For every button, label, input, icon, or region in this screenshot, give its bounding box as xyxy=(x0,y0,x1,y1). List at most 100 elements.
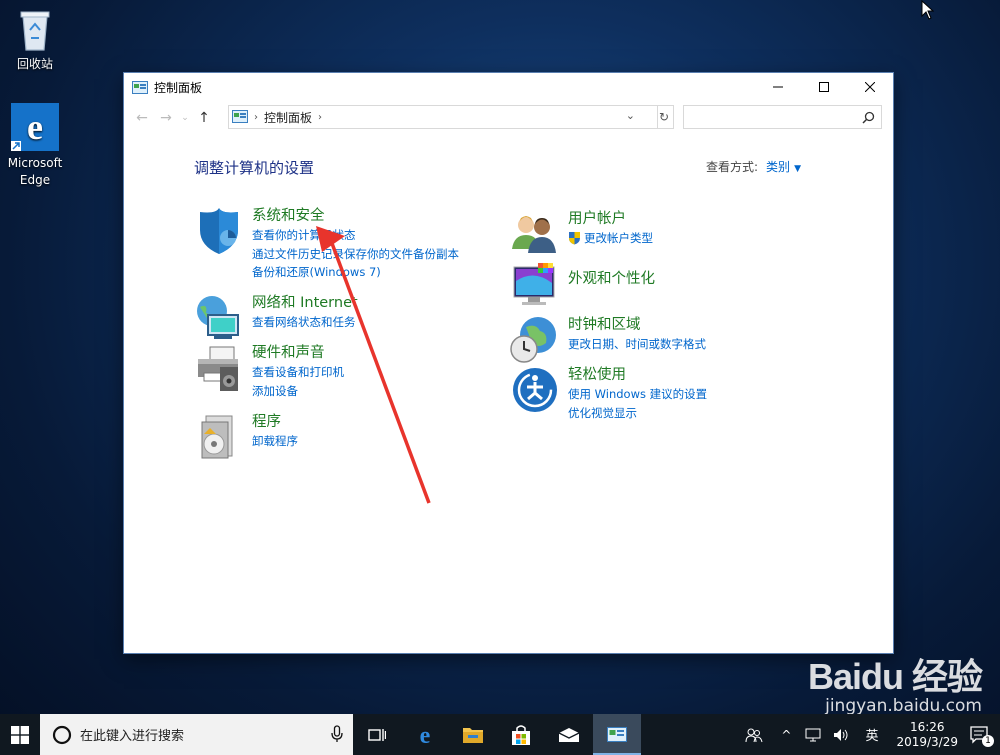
network-title[interactable]: 网络和 Internet xyxy=(252,293,358,313)
taskbar-search-box[interactable]: 在此键入进行搜索 xyxy=(40,714,353,755)
ease-access-link[interactable]: 优化视觉显示 xyxy=(568,404,707,423)
mail-icon xyxy=(558,727,580,742)
mail-taskbar-button[interactable] xyxy=(545,714,593,755)
control-panel-taskbar-button[interactable] xyxy=(593,714,641,755)
control-panel-icon xyxy=(607,726,627,742)
clock-globe-icon[interactable] xyxy=(510,315,560,365)
user-accounts-link-label[interactable]: 更改帐户类型 xyxy=(584,229,653,248)
control-panel-window: 控制面板 ← → ⌄ ↑ › 控制面板 › ⌄ ↻ 调整计算机的设置 查看方式:… xyxy=(124,73,893,653)
ime-indicator[interactable]: 英 xyxy=(865,725,878,744)
folder-icon xyxy=(463,727,483,743)
category-ease-access: 轻松使用 使用 Windows 建议的设置 优化视觉显示 xyxy=(510,365,707,422)
recycle-bin-label: 回收站 xyxy=(16,57,53,71)
appearance-monitor-icon[interactable] xyxy=(510,261,560,311)
ease-of-access-icon[interactable] xyxy=(510,365,560,415)
clock-region-link[interactable]: 更改日期、时间或数字格式 xyxy=(568,335,706,354)
address-dropdown-chevron-icon[interactable]: ⌄ xyxy=(626,109,635,122)
navigation-bar: ← → ⌄ ↑ › 控制面板 › ⌄ ↻ xyxy=(124,101,893,135)
edge-label-line2: Edge xyxy=(19,173,51,187)
view-by-caret-icon[interactable]: ▼ xyxy=(794,164,801,174)
breadcrumb-separator[interactable]: › xyxy=(254,112,258,123)
users-icon[interactable] xyxy=(510,209,560,259)
tray-overflow-chevron-icon[interactable]: ^ xyxy=(781,728,791,742)
recent-locations-chevron-icon[interactable]: ⌄ xyxy=(178,113,192,123)
view-by-dropdown[interactable]: 类别 xyxy=(766,160,790,174)
close-icon xyxy=(865,82,875,92)
search-icon xyxy=(862,109,875,128)
back-arrow-icon[interactable]: ← xyxy=(130,110,154,126)
maximize-icon xyxy=(819,82,829,92)
watermark-brand: Baidu 经验 xyxy=(807,656,983,697)
windows-logo-icon xyxy=(11,725,29,744)
maximize-button[interactable] xyxy=(801,73,847,101)
network-globe-icon[interactable] xyxy=(194,293,244,343)
start-button[interactable] xyxy=(0,714,40,755)
title-bar[interactable]: 控制面板 xyxy=(124,73,893,101)
microphone-icon[interactable] xyxy=(331,725,343,747)
category-hardware-sound: 硬件和声音 查看设备和打印机 添加设备 xyxy=(194,343,344,400)
store-bag-icon xyxy=(512,724,530,745)
search-box[interactable] xyxy=(683,105,882,129)
hardware-title[interactable]: 硬件和声音 xyxy=(252,343,344,363)
user-accounts-title[interactable]: 用户帐户 xyxy=(568,209,653,229)
appearance-title[interactable]: 外观和个性化 xyxy=(568,269,655,289)
system-security-link[interactable]: 查看你的计算机状态 xyxy=(252,226,459,245)
clock-region-title[interactable]: 时钟和区域 xyxy=(568,315,706,335)
edge-icon: e xyxy=(11,103,59,151)
edge-icon: e xyxy=(420,724,431,746)
task-view-button[interactable] xyxy=(353,714,401,755)
control-panel-app-icon xyxy=(132,80,148,94)
page-heading: 调整计算机的设置 xyxy=(194,159,315,177)
system-security-link[interactable]: 备份和还原(Windows 7) xyxy=(252,263,459,282)
breadcrumb-control-panel[interactable]: 控制面板 xyxy=(264,109,312,126)
network-tray-icon[interactable] xyxy=(805,728,821,742)
store-taskbar-button[interactable] xyxy=(497,714,545,755)
up-arrow-icon[interactable]: ↑ xyxy=(192,110,216,126)
edge-taskbar-button[interactable]: e xyxy=(401,714,449,755)
minimize-button[interactable] xyxy=(755,73,801,101)
view-by-label: 查看方式: xyxy=(706,160,759,174)
edge-label-line1: Microsoft xyxy=(7,156,63,170)
category-network-internet: 网络和 Internet 查看网络状态和任务 xyxy=(194,293,358,343)
refresh-icon: ↻ xyxy=(658,110,670,124)
edge-desktop-icon[interactable]: e Microsoft Edge xyxy=(0,103,70,189)
address-bar[interactable]: › 控制面板 › ⌄ xyxy=(228,105,658,129)
category-system-security: 系统和安全 查看你的计算机状态 通过文件历史记录保存你的文件备份副本 备份和还原… xyxy=(194,206,459,282)
programs-link[interactable]: 卸载程序 xyxy=(252,432,298,451)
cortana-icon xyxy=(52,725,72,745)
shield-icon[interactable] xyxy=(194,206,244,256)
clock[interactable]: 16:26 2019/3/29 xyxy=(896,720,958,750)
refresh-button[interactable]: ↻ xyxy=(655,105,674,129)
recycle-bin-icon xyxy=(15,6,55,52)
printer-speaker-icon[interactable] xyxy=(194,343,244,393)
system-security-title[interactable]: 系统和安全 xyxy=(252,206,459,226)
svg-text:e: e xyxy=(420,724,431,746)
programs-title[interactable]: 程序 xyxy=(252,412,298,432)
forward-arrow-icon[interactable]: → xyxy=(154,110,178,126)
programs-disc-icon[interactable] xyxy=(194,412,244,462)
task-view-icon xyxy=(368,728,386,741)
address-control-panel-icon xyxy=(232,110,248,124)
breadcrumb-separator-trailing[interactable]: › xyxy=(318,112,322,123)
close-button[interactable] xyxy=(847,73,893,101)
view-by-control: 查看方式: 类别 ▼ xyxy=(706,158,801,175)
category-user-accounts: 用户帐户 更改帐户类型 xyxy=(510,209,653,259)
taskbar: 在此键入进行搜索 e ^ 英 16:26 2019/3/29 1 xyxy=(0,714,1000,755)
clock-date: 2019/3/29 xyxy=(896,734,958,749)
clock-time: 16:26 xyxy=(909,719,945,734)
volume-icon[interactable] xyxy=(833,728,849,742)
network-link[interactable]: 查看网络状态和任务 xyxy=(252,313,358,332)
recycle-bin-desktop-icon[interactable]: 回收站 xyxy=(0,6,70,73)
window-title: 控制面板 xyxy=(154,80,203,95)
uac-shield-icon xyxy=(568,231,581,245)
ease-access-title[interactable]: 轻松使用 xyxy=(568,365,707,385)
category-appearance: 外观和个性化 xyxy=(510,261,655,311)
hardware-link[interactable]: 添加设备 xyxy=(252,382,344,401)
system-security-link[interactable]: 通过文件历史记录保存你的文件备份副本 xyxy=(252,245,459,264)
hardware-link[interactable]: 查看设备和打印机 xyxy=(252,363,344,382)
people-icon[interactable] xyxy=(745,727,763,743)
file-explorer-taskbar-button[interactable] xyxy=(449,714,497,755)
user-accounts-link[interactable]: 更改帐户类型 xyxy=(568,229,653,248)
ease-access-link[interactable]: 使用 Windows 建议的设置 xyxy=(568,385,707,404)
action-center-button[interactable]: 1 xyxy=(970,725,994,747)
